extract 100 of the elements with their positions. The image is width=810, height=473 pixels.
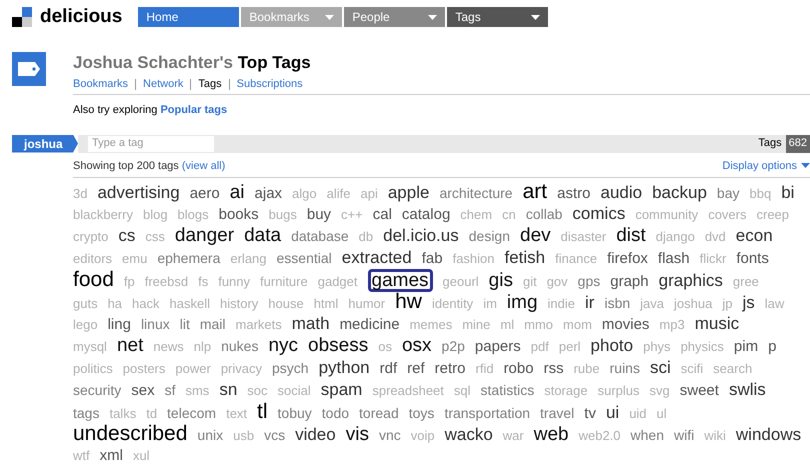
tag-link[interactable]: mmo bbox=[524, 314, 554, 336]
tag-link[interactable]: backup bbox=[652, 182, 707, 204]
tag-link[interactable]: talks bbox=[109, 403, 136, 425]
tag-link[interactable]: emu bbox=[122, 248, 148, 270]
tag-link[interactable]: art bbox=[522, 181, 548, 203]
subnav-link[interactable]: Network bbox=[135, 79, 184, 90]
tag-link[interactable]: windows bbox=[736, 424, 802, 446]
tag-link[interactable]: architecture bbox=[439, 182, 513, 204]
tag-link[interactable]: wifi bbox=[674, 424, 694, 446]
tag-link[interactable]: disaster bbox=[560, 226, 606, 248]
tag-link[interactable]: hack bbox=[132, 293, 160, 315]
tag-link[interactable]: freebsd bbox=[144, 271, 188, 293]
tag-link[interactable]: vcs bbox=[264, 424, 286, 446]
tag-link[interactable]: fp bbox=[124, 271, 135, 293]
tag-link[interactable]: dev bbox=[520, 225, 551, 247]
tag-link[interactable]: aero bbox=[190, 183, 220, 205]
tag-link[interactable]: js bbox=[742, 292, 755, 314]
tag-link[interactable]: ephemera bbox=[157, 247, 220, 269]
tag-link[interactable]: django bbox=[656, 226, 695, 248]
tag-link[interactable]: td bbox=[146, 403, 158, 425]
tag-link[interactable]: svg bbox=[650, 380, 670, 402]
tag-link[interactable]: markets bbox=[236, 314, 282, 336]
nav-tab[interactable]: Home bbox=[138, 7, 240, 27]
tag-link[interactable]: papers bbox=[474, 336, 521, 358]
tag-link[interactable]: sweet bbox=[680, 380, 719, 402]
tag-link[interactable]: xul bbox=[132, 445, 150, 467]
tag-link[interactable]: graph bbox=[610, 271, 649, 293]
tag-link[interactable]: mom bbox=[563, 314, 592, 336]
tag-link[interactable]: finance bbox=[555, 248, 598, 270]
tag-link[interactable]: img bbox=[506, 292, 538, 314]
tag-link[interactable]: creep bbox=[756, 204, 790, 226]
tag-link[interactable]: design bbox=[468, 225, 510, 247]
tag-link[interactable]: alife bbox=[326, 183, 350, 205]
tag-link[interactable]: psych bbox=[272, 357, 309, 379]
tag-link[interactable]: bay bbox=[716, 182, 740, 204]
popular-tags-link[interactable]: Popular tags bbox=[160, 104, 228, 116]
tag-link[interactable]: undescribed bbox=[73, 423, 188, 445]
tag-link[interactable]: phys bbox=[643, 336, 671, 358]
tag-link[interactable]: algo bbox=[292, 183, 317, 205]
nav-tab[interactable]: People bbox=[344, 7, 446, 27]
tag-link[interactable]: p2p bbox=[442, 335, 465, 357]
tag-link[interactable]: audio bbox=[600, 182, 642, 204]
tag-link[interactable]: books bbox=[218, 204, 259, 226]
tag-link[interactable]: blogs bbox=[178, 204, 209, 226]
display-options-button[interactable]: Display options bbox=[722, 158, 810, 174]
tag-link[interactable]: text bbox=[226, 403, 248, 425]
subnav-link[interactable]: Tags bbox=[190, 79, 222, 90]
tag-link[interactable]: wacko bbox=[444, 424, 493, 446]
tag-link[interactable]: identity bbox=[432, 293, 474, 315]
tag-link[interactable]: tags bbox=[73, 402, 100, 424]
tag-link[interactable]: tl bbox=[257, 401, 268, 423]
tag-link[interactable]: ul bbox=[656, 403, 667, 425]
tag-link[interactable]: jp bbox=[722, 293, 732, 315]
tag-link[interactable]: dvd bbox=[704, 226, 726, 248]
tag-link[interactable]: web bbox=[534, 424, 569, 446]
tag-link[interactable]: mail bbox=[200, 313, 226, 335]
tag-link[interactable]: blackberry bbox=[73, 204, 133, 226]
tag-link[interactable]: voip bbox=[410, 425, 435, 447]
tag-link[interactable]: haskell bbox=[170, 293, 210, 315]
tag-link[interactable]: food bbox=[73, 269, 114, 291]
tag-link[interactable]: erlang bbox=[230, 248, 267, 270]
tag-link[interactable]: statistics bbox=[480, 379, 534, 401]
tag-link[interactable]: p bbox=[768, 336, 776, 358]
tag-link[interactable]: rube bbox=[574, 358, 600, 380]
tag-link[interactable]: retro bbox=[434, 358, 466, 380]
tag-link[interactable]: rdf bbox=[380, 358, 398, 380]
tag-link[interactable]: medicine bbox=[340, 314, 400, 336]
tag-link[interactable]: pdf bbox=[530, 336, 549, 358]
tag-link[interactable]: dist bbox=[616, 225, 646, 247]
tag-link[interactable]: del.icio.us bbox=[383, 225, 459, 247]
tag-link[interactable]: physics bbox=[680, 336, 724, 358]
tag-link[interactable]: obsess bbox=[308, 335, 368, 357]
tag-link[interactable]: ui bbox=[606, 402, 620, 424]
tag-link[interactable]: unix bbox=[197, 424, 224, 446]
tag-link[interactable]: movies bbox=[602, 314, 650, 336]
tag-link[interactable]: buy bbox=[306, 204, 332, 226]
tag-link[interactable]: nukes bbox=[221, 335, 258, 357]
tag-link[interactable]: cn bbox=[502, 204, 516, 226]
tag-link[interactable]: econ bbox=[736, 225, 773, 247]
tag-link[interactable]: vnc bbox=[378, 424, 401, 446]
tag-link[interactable]: lit bbox=[180, 313, 190, 335]
tag-link[interactable]: telecom bbox=[167, 402, 216, 424]
tag-link[interactable]: cal bbox=[372, 204, 392, 226]
tag-link[interactable]: astro bbox=[557, 183, 590, 205]
tag-link[interactable]: rss bbox=[544, 358, 564, 380]
tag-link[interactable]: humor bbox=[348, 293, 386, 315]
tag-link[interactable]: database bbox=[291, 225, 349, 247]
tag-link[interactable]: fab bbox=[422, 248, 443, 270]
tag-link[interactable]: collab bbox=[526, 203, 562, 225]
tag-link[interactable]: gis bbox=[488, 270, 513, 292]
tag-link[interactable]: db bbox=[358, 226, 374, 248]
tag-link[interactable]: fonts bbox=[736, 248, 769, 270]
tag-link[interactable]: spreadsheet bbox=[372, 380, 444, 402]
tag-link[interactable]: fetish bbox=[504, 247, 546, 269]
tag-link[interactable]: privacy bbox=[220, 358, 262, 380]
tag-link[interactable]: ir bbox=[585, 292, 594, 314]
tag-link[interactable]: soc bbox=[247, 380, 268, 402]
tag-link[interactable]: ref bbox=[407, 358, 425, 380]
tag-link[interactable]: c++ bbox=[341, 204, 363, 226]
tag-link[interactable]: gree bbox=[732, 271, 759, 293]
